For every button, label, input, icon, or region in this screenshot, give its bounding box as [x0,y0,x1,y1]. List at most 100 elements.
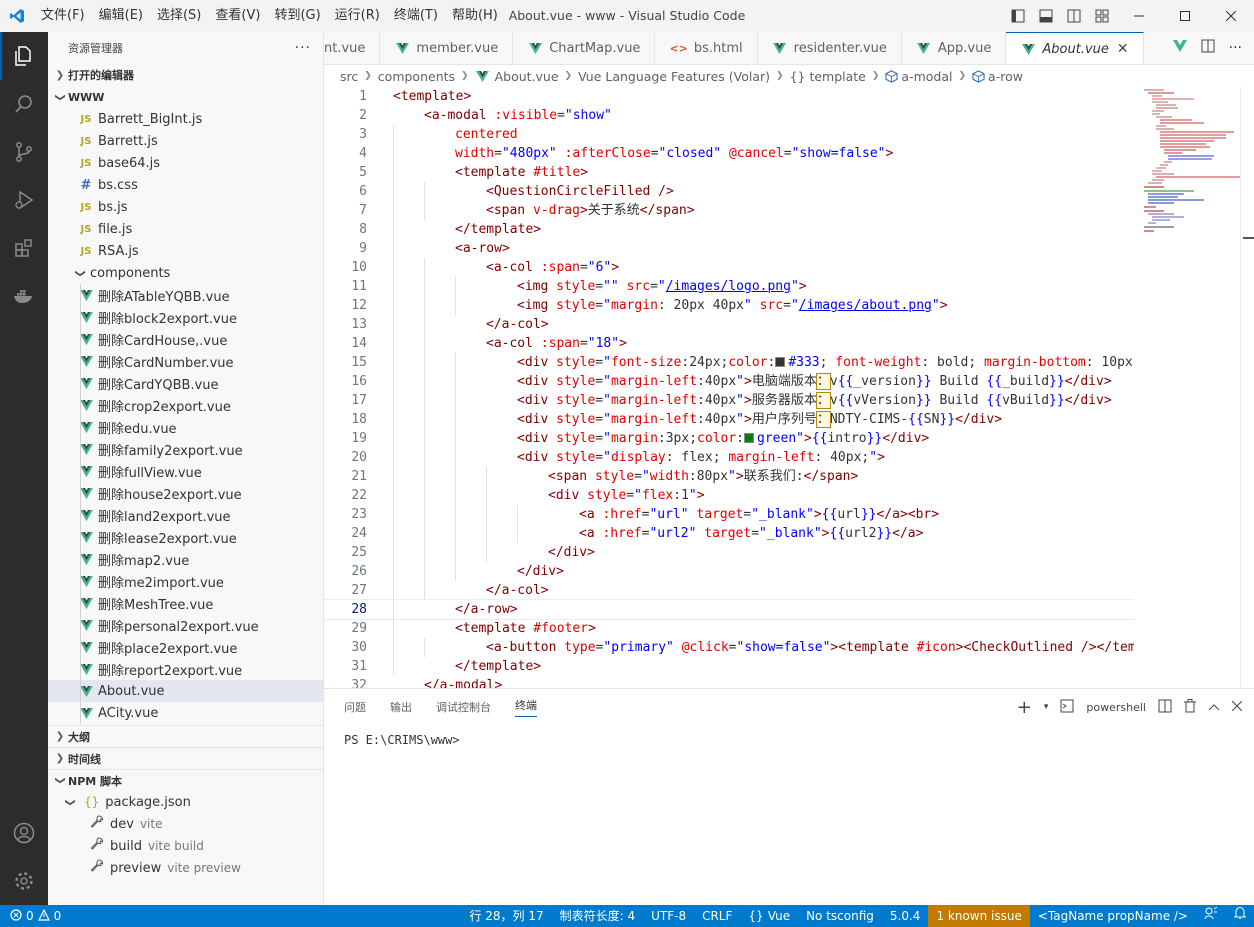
code-line[interactable]: 23 <a :href="url" target="_blank">{{url}}… [324,505,1134,524]
code-line[interactable]: 20 <div style="display: flex; margin-left… [324,448,1134,467]
close-panel-icon[interactable] [1231,700,1243,714]
file-item[interactable]: JS RSA.js [48,240,323,262]
code-line[interactable]: 12 <img style="margin: 20px 40px" src="/i… [324,296,1134,315]
panel-tab[interactable]: 终端 [515,697,537,717]
component-file-item[interactable]: 删除lease2export.vue [48,526,323,548]
breadcrumb-item[interactable]: components [378,69,455,84]
code-line[interactable]: 8 </template> [324,220,1134,239]
editor-tab[interactable]: App.vue [902,32,1007,64]
toggle-primary-sidebar-icon[interactable] [1004,0,1032,32]
menu-item[interactable]: 终端(T) [387,0,445,32]
menu-item[interactable]: 文件(F) [34,0,92,32]
tag-name-casing[interactable]: <TagName propName /> [1030,905,1196,927]
new-terminal-icon[interactable]: + [1017,697,1032,718]
minimize-icon[interactable] [1116,0,1162,32]
terminal[interactable]: PS E:\CRIMS\www> [324,725,1254,747]
color-swatch[interactable] [775,357,786,367]
component-file-item[interactable]: 删除crop2export.vue [48,394,323,416]
code-line[interactable]: 14 <a-col :span="18"> [324,334,1134,353]
breadcrumb-item[interactable]: a-modal [901,69,952,84]
code-line[interactable]: 1 <template> [324,87,1134,106]
editor-scrollbar[interactable] [1240,87,1254,688]
component-file-item[interactable]: 删除me2import.vue [48,570,323,592]
package-json-item[interactable]: ❯ {} package.json [48,791,323,813]
editor-tab[interactable]: <> bs.html [655,32,758,64]
component-file-item[interactable]: 删除block2export.vue [48,306,323,328]
encoding[interactable]: UTF-8 [643,905,694,927]
code-line[interactable]: 24 <a :href="url2" target="_blank">{{url2… [324,524,1134,543]
line-ending[interactable]: CRLF [694,905,740,927]
code-line[interactable]: 2 <a-modal :visible="show" [324,106,1134,125]
docker-icon[interactable] [0,272,48,320]
file-item[interactable]: # bs.css [48,174,323,196]
code-line[interactable]: 25 </div> [324,543,1134,562]
menu-item[interactable]: 编辑(E) [92,0,150,32]
menu-item[interactable]: 转到(G) [267,0,327,32]
component-file-item[interactable]: About.vue [48,680,323,702]
run-debug-icon[interactable] [0,176,48,224]
menu-item[interactable]: 运行(R) [328,0,387,32]
code-line[interactable]: 10 <a-col :span="6"> [324,258,1134,277]
account-icon[interactable] [0,809,48,857]
code-line[interactable]: 9 <a-row> [324,239,1134,258]
code-line[interactable]: 31 </template> [324,657,1134,676]
code-line[interactable]: 19 <div style="margin:3px;color: green">{{… [324,429,1134,448]
component-file-item[interactable]: 删除CardHouse,.vue [48,328,323,350]
code-line[interactable]: 27 </a-col> [324,581,1134,600]
close-tab-icon[interactable]: ✕ [1117,41,1129,57]
code-line[interactable]: 7 <span v-drag>关于系统</span> [324,201,1134,220]
panel-tab[interactable]: 问题 [344,699,366,715]
split-editor-icon[interactable] [1201,39,1215,57]
code-line[interactable]: 18 <div style="margin-left:40px">用户序列号：ND… [324,410,1134,429]
ts-version[interactable]: 5.0.4 [882,905,929,927]
known-issue-badge[interactable]: 1 known issue [928,905,1030,927]
file-item[interactable]: JS bs.js [48,196,323,218]
component-file-item[interactable]: 删除fullView.vue [48,460,323,482]
component-file-item[interactable]: 删除family2export.vue [48,438,323,460]
code-line[interactable]: 32 </a-modal> [324,676,1134,688]
vscode-logo-icon[interactable] [0,0,34,32]
breadcrumb-item[interactable]: src [340,69,358,84]
editor-tab[interactable]: member.vue [380,32,514,64]
code-line[interactable]: 16 <div style="margin-left:40px">电脑端版本：v{… [324,372,1134,391]
timeline-section[interactable]: ❯ 时间线 [48,747,323,769]
editor-tab[interactable]: nt.vue [324,32,381,64]
code-line[interactable]: 3 centered [324,125,1134,144]
code-editor[interactable]: 1 <template> 2 <a-modal :visible="show" 3 cen… [324,87,1134,688]
language-mode[interactable]: {} Vue [740,905,798,927]
tab-size[interactable]: 制表符长度: 4 [552,905,644,927]
source-control-icon[interactable] [0,128,48,176]
code-line[interactable]: 21 <span style="width:80px">联系我们:</span> [324,467,1134,486]
more-actions-icon[interactable]: ··· [1229,40,1242,56]
maximize-icon[interactable] [1162,0,1208,32]
code-line[interactable]: 15 <div style="font-size:24px;color: #333;… [324,353,1134,372]
npm-script-item[interactable]: dev vite [48,813,323,835]
code-line[interactable]: 11 <img style="" src="/images/logo.png"> [324,277,1134,296]
more-actions-icon[interactable]: ··· [295,40,311,56]
color-swatch[interactable] [744,433,755,443]
component-file-item[interactable]: 删除edu.vue [48,416,323,438]
menu-item[interactable]: 帮助(H) [445,0,505,32]
toggle-secondary-sidebar-icon[interactable] [1060,0,1088,32]
component-file-item[interactable]: 删除report2export.vue [48,658,323,680]
component-file-item[interactable]: 删除place2export.vue [48,636,323,658]
notifications-bell-icon[interactable] [1226,905,1254,927]
editor-tab[interactable]: ChartMap.vue [513,32,656,64]
npm-scripts-section[interactable]: ❯ NPM 脚本 [48,769,323,791]
menu-item[interactable]: 选择(S) [150,0,208,32]
component-file-item[interactable]: 删除map2.vue [48,548,323,570]
code-line[interactable]: 17 <div style="margin-left:40px">服务器版本：v{… [324,391,1134,410]
terminal-shell-name[interactable]: powershell [1086,701,1146,714]
trash-icon[interactable] [1184,698,1196,716]
code-line[interactable]: 22 <div style="flex:1"> [324,486,1134,505]
file-item[interactable]: JS Barrett_BigInt.js [48,108,323,130]
code-line[interactable]: 28 </a-row> [324,599,1134,620]
code-line[interactable]: 30 <a-button type="primary" @click="show=… [324,638,1134,657]
tsconfig-status[interactable]: No tsconfig [798,905,882,927]
file-item[interactable]: JS file.js [48,218,323,240]
panel-tab[interactable]: 调试控制台 [436,699,491,715]
split-terminal-icon[interactable] [1158,699,1172,716]
component-file-item[interactable]: 删除personal2export.vue [48,614,323,636]
breadcrumb-item[interactable]: About.vue [495,69,559,84]
extensions-icon[interactable] [0,224,48,272]
